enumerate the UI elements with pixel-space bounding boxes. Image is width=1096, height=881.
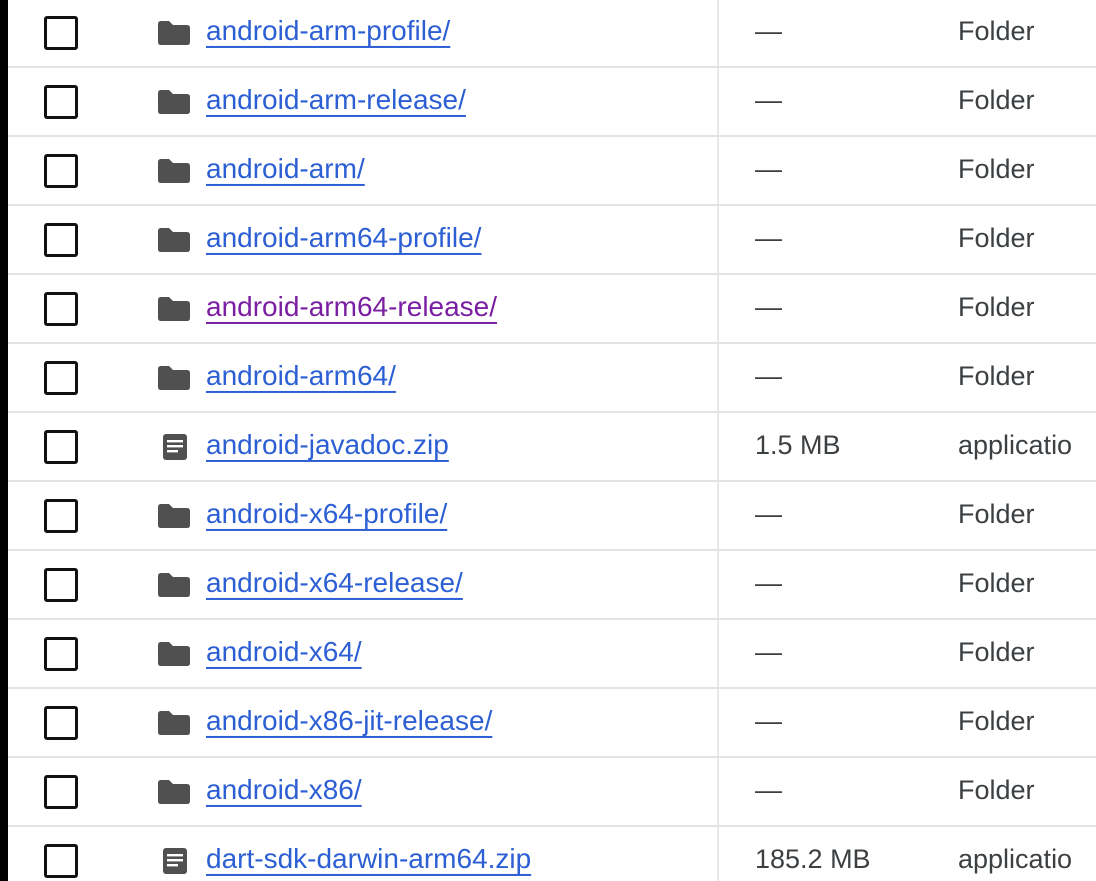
file-row: android-arm/ — Folder (8, 137, 1096, 206)
file-row: dart-sdk-darwin-arm64.zip 185.2 MB appli… (8, 827, 1096, 881)
folder-icon (156, 225, 192, 255)
file-size: — (755, 774, 782, 805)
file-size: — (755, 291, 782, 322)
file-type: Folder (958, 222, 1035, 253)
file-size: — (755, 153, 782, 184)
row-checkbox[interactable] (44, 153, 78, 188)
file-browser-panel: android-arm-profile/ — Folder android-ar… (8, 0, 1096, 881)
file-name-link[interactable]: android-x86/ (206, 772, 362, 806)
file-row: android-arm-profile/ — Folder (8, 0, 1096, 68)
file-type: Folder (958, 153, 1035, 184)
row-checkbox[interactable] (44, 291, 78, 326)
file-row: android-x64/ — Folder (8, 620, 1096, 689)
file-name-link[interactable]: android-arm/ (206, 151, 365, 185)
file-size: — (755, 498, 782, 529)
file-icon (156, 846, 192, 876)
file-size: — (755, 360, 782, 391)
file-size: — (755, 567, 782, 598)
row-checkbox[interactable] (44, 636, 78, 671)
file-row: android-arm64-profile/ — Folder (8, 206, 1096, 275)
folder-icon (156, 363, 192, 393)
file-type: Folder (958, 84, 1035, 115)
row-checkbox[interactable] (44, 360, 78, 395)
file-name-link[interactable]: android-x86-jit-release/ (206, 703, 492, 737)
file-row: android-x64-release/ — Folder (8, 551, 1096, 620)
row-checkbox[interactable] (44, 843, 78, 878)
row-checkbox[interactable] (44, 705, 78, 740)
file-row: android-arm64-release/ — Folder (8, 275, 1096, 344)
file-size: — (755, 636, 782, 667)
file-name-link[interactable]: android-x64-profile/ (206, 496, 447, 530)
file-name-link[interactable]: android-x64/ (206, 634, 362, 668)
file-name-link[interactable]: android-x64-release/ (206, 565, 463, 599)
file-type: Folder (958, 15, 1035, 46)
file-type: Folder (958, 774, 1035, 805)
file-type: Folder (958, 705, 1035, 736)
file-size: — (755, 84, 782, 115)
row-checkbox[interactable] (44, 498, 78, 533)
file-name-link[interactable]: android-arm64/ (206, 358, 396, 392)
file-row: android-arm64/ — Folder (8, 344, 1096, 413)
folder-icon (156, 639, 192, 669)
folder-icon (156, 570, 192, 600)
file-name-link[interactable]: android-arm64-profile/ (206, 220, 481, 254)
file-type: applicatio (958, 429, 1073, 460)
file-icon (156, 432, 192, 462)
row-checkbox[interactable] (44, 222, 78, 257)
row-checkbox[interactable] (44, 567, 78, 602)
folder-icon (156, 87, 192, 117)
file-row: android-javadoc.zip 1.5 MB applicatio (8, 413, 1096, 482)
row-checkbox[interactable] (44, 16, 78, 50)
file-type: Folder (958, 291, 1035, 322)
file-row: android-x64-profile/ — Folder (8, 482, 1096, 551)
folder-icon (156, 18, 192, 48)
row-checkbox[interactable] (44, 429, 78, 464)
file-type: applicatio (958, 843, 1073, 874)
file-size: 185.2 MB (755, 843, 871, 874)
file-name-link[interactable]: android-arm-release/ (206, 82, 466, 116)
file-name-link[interactable]: dart-sdk-darwin-arm64.zip (206, 841, 531, 875)
file-size: — (755, 705, 782, 736)
folder-icon (156, 708, 192, 738)
file-size: 1.5 MB (755, 429, 841, 460)
file-type: Folder (958, 498, 1035, 529)
row-checkbox[interactable] (44, 84, 78, 119)
file-type: Folder (958, 636, 1035, 667)
folder-icon (156, 501, 192, 531)
file-type: Folder (958, 360, 1035, 391)
folder-icon (156, 294, 192, 324)
file-row: android-x86/ — Folder (8, 758, 1096, 827)
file-size: — (755, 15, 782, 46)
file-row: android-arm-release/ — Folder (8, 68, 1096, 137)
file-name-link[interactable]: android-arm64-release/ (206, 289, 497, 323)
file-row: android-x86-jit-release/ — Folder (8, 689, 1096, 758)
file-list: android-arm-profile/ — Folder android-ar… (8, 0, 1096, 881)
file-name-link[interactable]: android-arm-profile/ (206, 14, 450, 48)
row-checkbox[interactable] (44, 774, 78, 809)
file-type: Folder (958, 567, 1035, 598)
file-name-link[interactable]: android-javadoc.zip (206, 427, 449, 461)
file-size: — (755, 222, 782, 253)
folder-icon (156, 156, 192, 186)
folder-icon (156, 777, 192, 807)
